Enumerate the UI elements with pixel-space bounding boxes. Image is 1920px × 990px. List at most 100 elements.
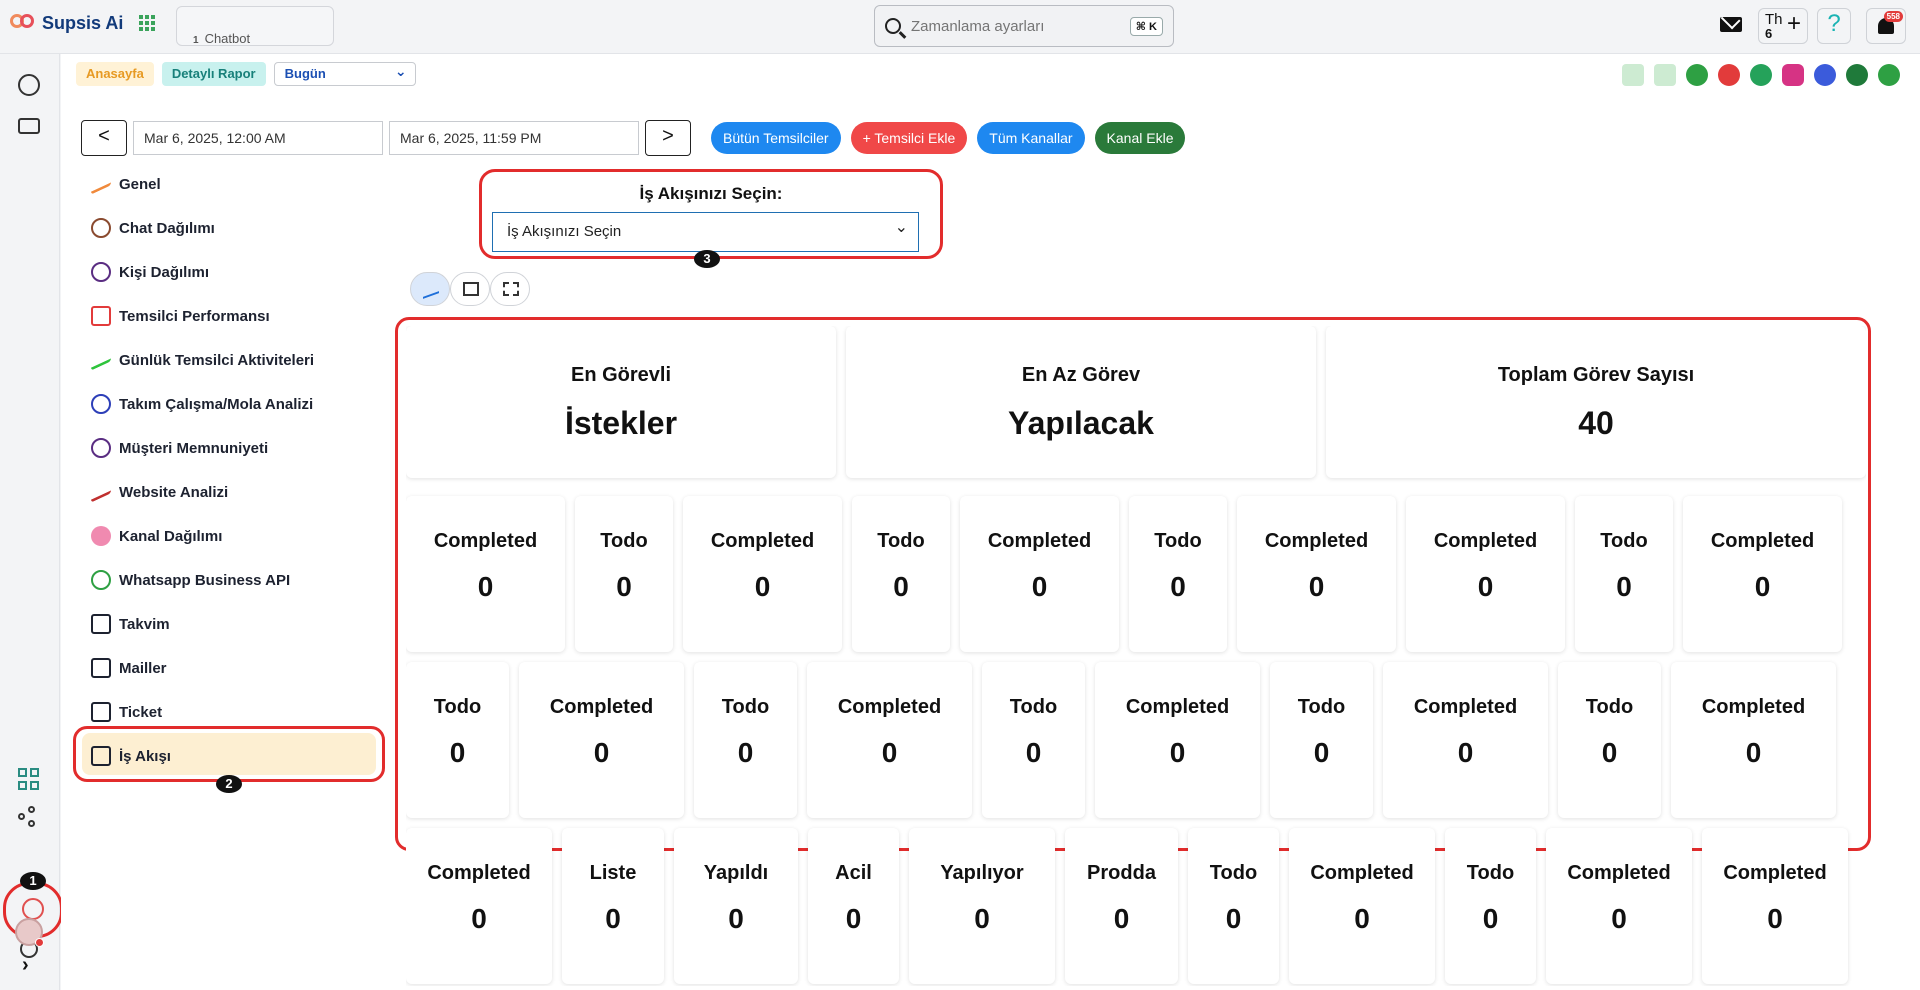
add-agent-button[interactable]: + Temsilci Ekle: [850, 122, 968, 154]
apps-grid-icon[interactable]: [139, 15, 156, 31]
menu-item[interactable]: Whatsapp Business API: [71, 558, 381, 602]
status-card: Completed 0: [1383, 662, 1548, 818]
help-button[interactable]: ?: [1817, 8, 1851, 44]
status-label: Acil: [835, 862, 872, 884]
menu-item-label: Takım Çalışma/Mola Analizi: [119, 395, 314, 413]
bot-icon[interactable]: [1622, 64, 1644, 86]
fullscreen-button[interactable]: [490, 272, 530, 306]
menu-item[interactable]: Kişi Dağılımı: [71, 250, 381, 294]
status-card: Completed 0: [960, 496, 1119, 652]
status-card: Completed 0: [1683, 496, 1842, 652]
range-select[interactable]: Bugün: [273, 60, 416, 86]
status-count: 0: [893, 571, 909, 602]
table-view-button[interactable]: [450, 272, 490, 306]
contact-card-icon[interactable]: [18, 118, 40, 134]
status-label: Completed: [549, 696, 654, 718]
instagram-icon[interactable]: [1782, 64, 1804, 86]
add-channel-button[interactable]: Kanal Ekle: [1094, 122, 1186, 154]
status-card: Todo 0: [1270, 662, 1373, 818]
menu-item[interactable]: Kanal Dağılımı: [71, 514, 381, 558]
whatsapp-icon[interactable]: [1750, 64, 1772, 86]
chatbot-selector[interactable]: 1 Chatbot: [176, 6, 334, 46]
menu-item[interactable]: Günlük Temsilci Aktiviteleri: [71, 338, 381, 382]
menu-item[interactable]: Takım Çalışma/Mola Analizi: [71, 382, 381, 426]
end-date-input[interactable]: Mar 6, 2025, 11:59 PM: [389, 121, 639, 155]
status-label: Todo: [1600, 530, 1648, 552]
status-label: Completed: [1125, 696, 1230, 718]
detail-report-chip[interactable]: Detaylı Rapor: [161, 62, 266, 86]
status-card: Acil 0: [808, 828, 899, 984]
status-count: 0: [1767, 903, 1783, 934]
menu-item[interactable]: Takvim: [71, 602, 381, 646]
menu-item[interactable]: İş Akışı: [71, 734, 381, 778]
chat-icon[interactable]: [18, 74, 40, 96]
summary-label: En Görevli: [570, 364, 672, 386]
status-count: 0: [754, 571, 771, 602]
menu-item-label: Chat Dağılımı: [119, 219, 215, 237]
avatar[interactable]: [15, 918, 44, 947]
summary-card: Toplam Görev Sayısı 40: [1326, 326, 1866, 478]
list-icon[interactable]: [1654, 64, 1676, 86]
all-channels-button[interactable]: Tüm Kanallar: [977, 122, 1085, 154]
status-label: Completed: [433, 530, 538, 552]
notifications-badge: 558: [1883, 11, 1903, 22]
menu-item[interactable]: Ticket: [71, 690, 381, 734]
status-label: Todo: [1585, 696, 1634, 718]
menu-item[interactable]: Genel: [71, 162, 381, 206]
chevron-right-icon[interactable]: ›: [22, 954, 29, 977]
summary-label: Toplam Görev Sayısı: [1497, 364, 1695, 386]
status-card: Todo 0: [575, 496, 673, 652]
start-date-input[interactable]: Mar 6, 2025, 12:00 AM: [133, 121, 383, 155]
menu-item-label: Günlük Temsilci Aktiviteleri: [119, 351, 315, 369]
dashboard-icon[interactable]: [18, 768, 40, 790]
status-card: Yapıldı 0: [674, 828, 798, 984]
menu-item[interactable]: Website Analizi: [71, 470, 381, 514]
menu-item[interactable]: Mailler: [71, 646, 381, 690]
messenger-icon[interactable]: [1814, 64, 1836, 86]
menu-item[interactable]: Müşteri Memnuniyeti: [71, 426, 381, 470]
all-agents-button[interactable]: Bütün Temsilciler: [711, 122, 841, 154]
wifi-icon[interactable]: [1686, 64, 1708, 86]
status-count: 0: [1169, 737, 1186, 768]
telegram-icon[interactable]: [1718, 64, 1740, 86]
summary-value: 40: [1578, 405, 1614, 441]
prev-date-button[interactable]: <: [81, 120, 127, 156]
status-card: Completed 0: [1406, 496, 1565, 652]
support-icon[interactable]: [1878, 64, 1900, 86]
mail-icon[interactable]: [1720, 17, 1742, 32]
menu-item-label: Müşteri Memnuniyeti: [119, 439, 269, 457]
menu-item[interactable]: Chat Dağılımı: [71, 206, 381, 250]
status-label: Todo: [1466, 862, 1515, 884]
workflow-select[interactable]: İş Akışınızı Seçin: [492, 209, 919, 252]
status-card: Todo 0: [694, 662, 797, 818]
status-label: Todo: [433, 696, 482, 718]
status-count: 0: [737, 737, 754, 768]
status-card: Prodda 0: [1065, 828, 1178, 984]
notifications-button[interactable]: 558: [1866, 8, 1906, 44]
search-bar[interactable]: ⌘ K: [874, 5, 1174, 47]
status-label: Completed: [710, 530, 815, 552]
view-toggle: [410, 272, 530, 306]
status-count: 0: [1616, 571, 1632, 602]
status-count: 0: [1457, 737, 1474, 768]
sms-icon[interactable]: [1846, 64, 1868, 86]
menu-item-label: Takvim: [119, 615, 170, 633]
app-logo[interactable]: Supsis Ai: [10, 12, 156, 34]
menu-item[interactable]: Temsilci Performansı: [71, 294, 381, 338]
next-date-button[interactable]: >: [645, 120, 691, 156]
menu-item-label: Mailler: [119, 659, 167, 677]
status-card: Completed 0: [807, 662, 972, 818]
menu-item-label: Kanal Dağılımı: [119, 527, 223, 545]
search-input[interactable]: [911, 17, 1130, 35]
status-card: Completed 0: [519, 662, 684, 818]
home-chip[interactable]: Anasayfa: [76, 62, 154, 86]
status-card: Todo 0: [406, 662, 509, 818]
chart-view-button[interactable]: [410, 272, 450, 306]
status-card: Todo 0: [1129, 496, 1227, 652]
annotation-badge-3: 3: [694, 250, 720, 268]
status-label: Completed: [1701, 696, 1806, 718]
share-icon[interactable]: [18, 806, 40, 828]
menu-item-label: İş Akışı: [119, 747, 171, 765]
th-button[interactable]: Th 6 +: [1758, 8, 1808, 44]
status-card: Todo 0: [982, 662, 1085, 818]
